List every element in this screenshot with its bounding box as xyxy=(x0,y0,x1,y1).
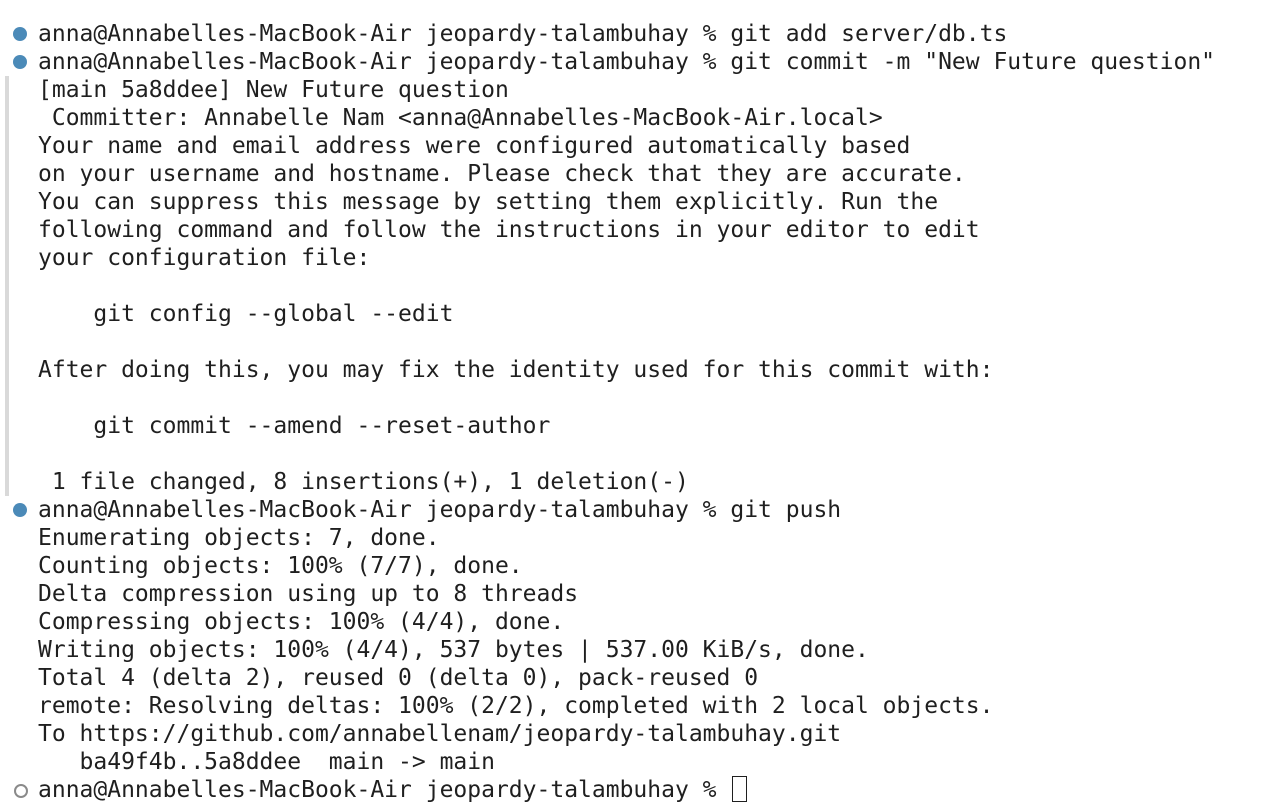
terminal-line-text: You can suppress this message by setting… xyxy=(38,189,939,215)
terminal-line-text: Total 4 (delta 2), reused 0 (delta 0), p… xyxy=(38,665,759,691)
terminal-line-text: git commit --amend --reset-author xyxy=(38,413,551,439)
terminal-line-text: [main 5a8ddee] New Future question xyxy=(38,77,509,103)
terminal-line: 1 file changed, 8 insertions(+), 1 delet… xyxy=(0,468,1272,496)
terminal-line-text: Delta compression using up to 8 threads xyxy=(38,581,579,607)
terminal-line-text: anna@Annabelles-MacBook-Air jeopardy-tal… xyxy=(38,49,1216,75)
terminal-line: git commit --amend --reset-author xyxy=(0,412,1272,440)
terminal-line-text: ba49f4b..5a8ddee main -> main xyxy=(38,749,495,775)
terminal-line: anna@Annabelles-MacBook-Air jeopardy-tal… xyxy=(0,496,1272,524)
terminal-line: [main 5a8ddee] New Future question xyxy=(0,76,1272,104)
command-output-gutter-bar xyxy=(5,132,9,160)
terminal-line: To https://github.com/annabellenam/jeopa… xyxy=(0,720,1272,748)
terminal-line: You can suppress this message by setting… xyxy=(0,188,1272,216)
command-output-gutter-bar xyxy=(5,272,9,300)
command-output-gutter-bar xyxy=(5,244,9,272)
terminal-line: Compressing objects: 100% (4/4), done. xyxy=(0,608,1272,636)
command-output-gutter-bar xyxy=(5,384,9,412)
command-output-gutter-bar xyxy=(5,440,9,468)
terminal-line: Committer: Annabelle Nam <anna@Annabelle… xyxy=(0,104,1272,132)
terminal-line: Delta compression using up to 8 threads xyxy=(0,580,1272,608)
terminal-line: git config --global --edit xyxy=(0,300,1272,328)
terminal-line xyxy=(0,384,1272,412)
terminal-line: anna@Annabelles-MacBook-Air jeopardy-tal… xyxy=(0,48,1272,76)
terminal-line-text: on your username and hostname. Please ch… xyxy=(38,161,966,187)
terminal-line: Enumerating objects: 7, done. xyxy=(0,524,1272,552)
command-output-gutter-bar xyxy=(5,468,9,496)
terminal-line: Your name and email address were configu… xyxy=(0,132,1272,160)
terminal-line-text: remote: Resolving deltas: 100% (2/2), co… xyxy=(38,693,994,719)
terminal-line-text: your configuration file: xyxy=(38,245,371,271)
terminal-line: on your username and hostname. Please ch… xyxy=(0,160,1272,188)
terminal-line: your configuration file: xyxy=(0,244,1272,272)
terminal-line-text: 1 file changed, 8 insertions(+), 1 delet… xyxy=(38,469,689,495)
command-output-gutter-bar xyxy=(5,300,9,328)
terminal-line-text: Your name and email address were configu… xyxy=(38,133,911,159)
terminal-line: Counting objects: 100% (7/7), done. xyxy=(0,552,1272,580)
terminal-line: Writing objects: 100% (4/4), 537 bytes |… xyxy=(0,636,1272,664)
command-output-gutter-bar xyxy=(5,412,9,440)
command-output-gutter-bar xyxy=(5,216,9,244)
terminal-line-text: git config --global --edit xyxy=(38,301,454,327)
terminal-line-text: Committer: Annabelle Nam <anna@Annabelle… xyxy=(38,105,883,131)
command-success-dot-icon[interactable] xyxy=(13,27,27,41)
command-output-gutter-bar xyxy=(5,328,9,356)
command-pending-dot-icon xyxy=(14,784,28,798)
terminal-line-text: following command and follow the instruc… xyxy=(38,217,980,243)
terminal-line-text: Compressing objects: 100% (4/4), done. xyxy=(38,609,565,635)
terminal-line-text: anna@Annabelles-MacBook-Air jeopardy-tal… xyxy=(38,497,842,523)
terminal-line-text: Enumerating objects: 7, done. xyxy=(38,525,440,551)
terminal-line-text: Writing objects: 100% (4/4), 537 bytes |… xyxy=(38,637,869,663)
command-output-gutter-bar xyxy=(5,76,9,104)
command-output-gutter-bar xyxy=(5,160,9,188)
terminal-output[interactable]: anna@Annabelles-MacBook-Air jeopardy-tal… xyxy=(0,20,1272,804)
terminal-line xyxy=(0,440,1272,468)
terminal-line xyxy=(0,272,1272,300)
terminal-line-text: anna@Annabelles-MacBook-Air jeopardy-tal… xyxy=(38,21,1008,47)
terminal-line: ba49f4b..5a8ddee main -> main xyxy=(0,748,1272,776)
terminal-line: anna@Annabelles-MacBook-Air jeopardy-tal… xyxy=(0,20,1272,48)
terminal-line: following command and follow the instruc… xyxy=(0,216,1272,244)
command-output-gutter-bar xyxy=(5,104,9,132)
terminal-line-text: To https://github.com/annabellenam/jeopa… xyxy=(38,721,842,747)
terminal-line-text: anna@Annabelles-MacBook-Air jeopardy-tal… xyxy=(38,777,731,803)
terminal-line-text: Counting objects: 100% (7/7), done. xyxy=(38,553,523,579)
command-success-dot-icon[interactable] xyxy=(13,503,27,517)
terminal-line: remote: Resolving deltas: 100% (2/2), co… xyxy=(0,692,1272,720)
terminal-line-text: After doing this, you may fix the identi… xyxy=(38,357,994,383)
command-output-gutter-bar xyxy=(5,188,9,216)
terminal-line: Total 4 (delta 2), reused 0 (delta 0), p… xyxy=(0,664,1272,692)
command-success-dot-icon[interactable] xyxy=(13,55,27,69)
terminal-cursor[interactable] xyxy=(732,775,748,802)
terminal-line: anna@Annabelles-MacBook-Air jeopardy-tal… xyxy=(0,775,1272,804)
terminal-line xyxy=(0,328,1272,356)
terminal-line: After doing this, you may fix the identi… xyxy=(0,356,1272,384)
command-output-gutter-bar xyxy=(5,356,9,384)
